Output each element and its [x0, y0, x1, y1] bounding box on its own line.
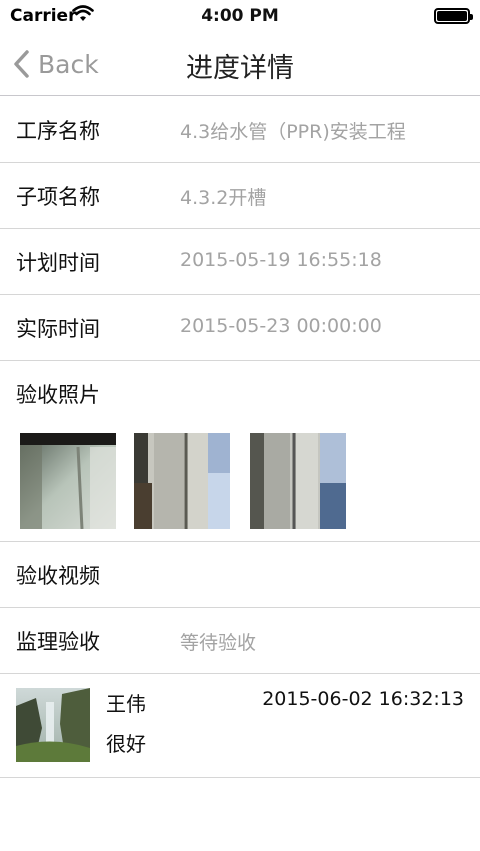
row-value: 4.3给水管（PPR)安装工程 — [180, 121, 406, 143]
row-subitem-name: 子项名称 4.3.2开槽 — [0, 163, 480, 229]
acceptance-photo-thumbnail[interactable] — [20, 433, 116, 529]
status-value: 等待验收 — [180, 632, 257, 654]
row-planned-time: 计划时间 2015-05-19 16:55:18 — [0, 229, 480, 295]
photo-gallery — [0, 426, 480, 542]
commenter-name: 王伟 — [106, 692, 146, 716]
row-value: 2015-05-23 00:00:00 — [180, 315, 382, 337]
row-acceptance-video[interactable]: 验收视频 — [0, 542, 480, 608]
acceptance-photo-thumbnail[interactable] — [250, 433, 346, 529]
row-value: 2015-05-19 16:55:18 — [180, 249, 382, 271]
comment-timestamp: 2015-06-02 16:32:13 — [262, 688, 464, 710]
row-label: 计划时间 — [16, 251, 100, 275]
section-label: 验收视频 — [16, 564, 100, 588]
status-bar: Carrier 4:00 PM — [0, 0, 480, 32]
row-acceptance-photos: 验收照片 — [0, 361, 480, 427]
row-actual-time: 实际时间 2015-05-23 00:00:00 — [0, 295, 480, 361]
row-label: 工序名称 — [16, 119, 100, 143]
section-label: 验收照片 — [16, 383, 100, 407]
row-value: 4.3.2开槽 — [180, 187, 267, 209]
page-title: 进度详情 — [186, 53, 294, 84]
comment-item: 王伟 很好 2015-06-02 16:32:13 — [0, 674, 480, 778]
row-supervision-acceptance: 监理验收 等待验收 — [0, 608, 480, 674]
status-time: 4:00 PM — [201, 6, 279, 26]
row-label: 实际时间 — [16, 317, 100, 341]
battery-fill — [437, 11, 467, 21]
acceptance-photo-thumbnail[interactable] — [134, 433, 230, 529]
row-label: 监理验收 — [16, 630, 100, 654]
battery-icon — [434, 8, 473, 24]
comment-text: 很好 — [106, 732, 146, 756]
navigation-bar: Back 进度详情 — [0, 32, 480, 96]
row-label: 子项名称 — [16, 185, 100, 209]
avatar — [16, 688, 90, 762]
row-process-name: 工序名称 4.3给水管（PPR)安装工程 — [0, 97, 480, 163]
